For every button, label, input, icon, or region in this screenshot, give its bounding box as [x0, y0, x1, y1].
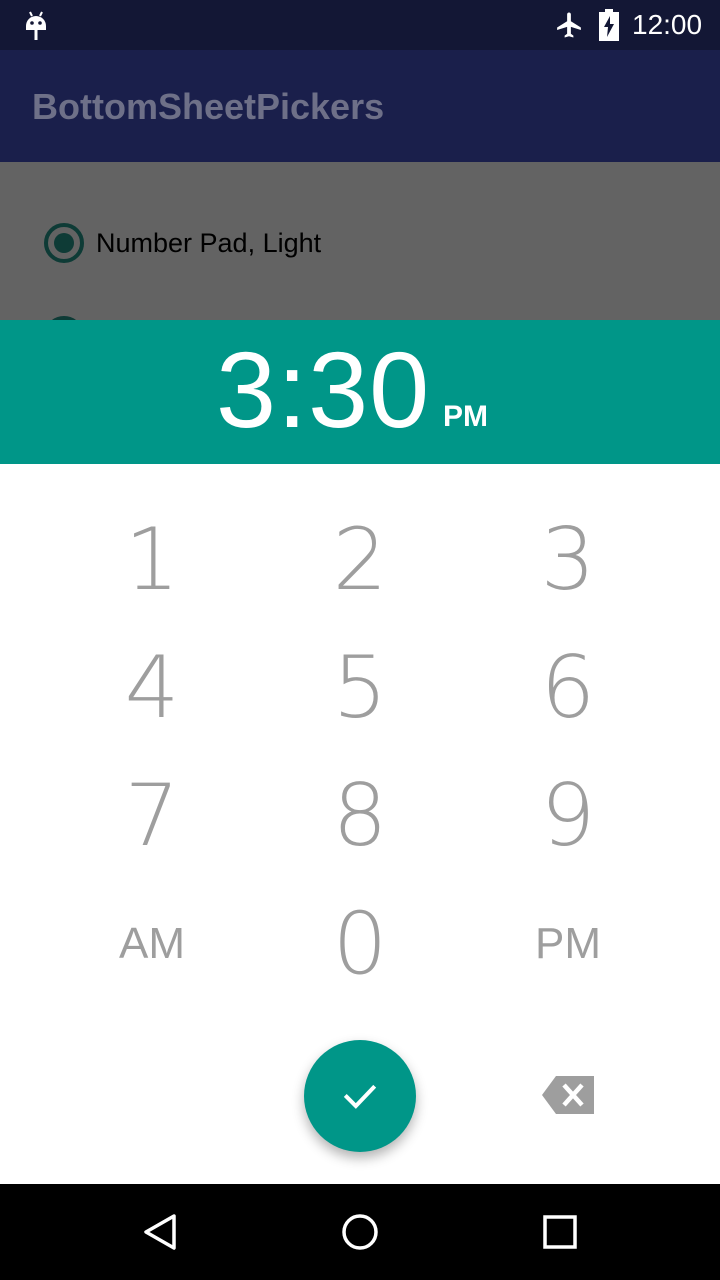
key-0[interactable]: 0 [260, 884, 460, 1004]
app-bar: BottomSheetPickers [0, 50, 720, 162]
navigation-bar [0, 1184, 720, 1280]
airplane-mode-icon [557, 12, 581, 38]
status-clock: 12:00 [632, 9, 703, 40]
home-icon[interactable] [336, 1208, 384, 1256]
app-title: BottomSheetPickers [32, 86, 385, 127]
backspace-icon[interactable] [542, 1076, 594, 1114]
confirm-button[interactable] [304, 1040, 416, 1152]
key-8[interactable]: 8 [260, 756, 460, 876]
key-5[interactable]: 5 [260, 628, 460, 748]
back-icon[interactable] [136, 1208, 184, 1256]
content-scrim[interactable]: Number Pad, Light [0, 162, 720, 320]
key-2[interactable]: 2 [260, 500, 460, 620]
android-icon [26, 11, 46, 40]
key-9[interactable]: 9 [468, 756, 668, 876]
radio-option-number-pad-light[interactable]: Number Pad, Light [44, 221, 321, 265]
key-7[interactable]: 7 [52, 756, 252, 876]
key-1[interactable]: 1 [52, 500, 252, 620]
radio-button-selected[interactable] [44, 223, 84, 263]
status-bar: 12:00 [0, 0, 720, 50]
ampm-display: PM [443, 400, 488, 433]
key-6[interactable]: 6 [468, 628, 668, 748]
recents-icon[interactable] [536, 1208, 584, 1256]
battery-charging-icon [599, 9, 619, 41]
key-pm[interactable]: PM [468, 884, 668, 1004]
check-icon [343, 1084, 377, 1109]
key-3[interactable]: 3 [468, 500, 668, 620]
key-am[interactable]: AM [52, 884, 252, 1004]
radio-option-label: Number Pad, Light [96, 227, 322, 258]
key-4[interactable]: 4 [52, 628, 252, 748]
time-display: 3:30 [216, 329, 431, 450]
